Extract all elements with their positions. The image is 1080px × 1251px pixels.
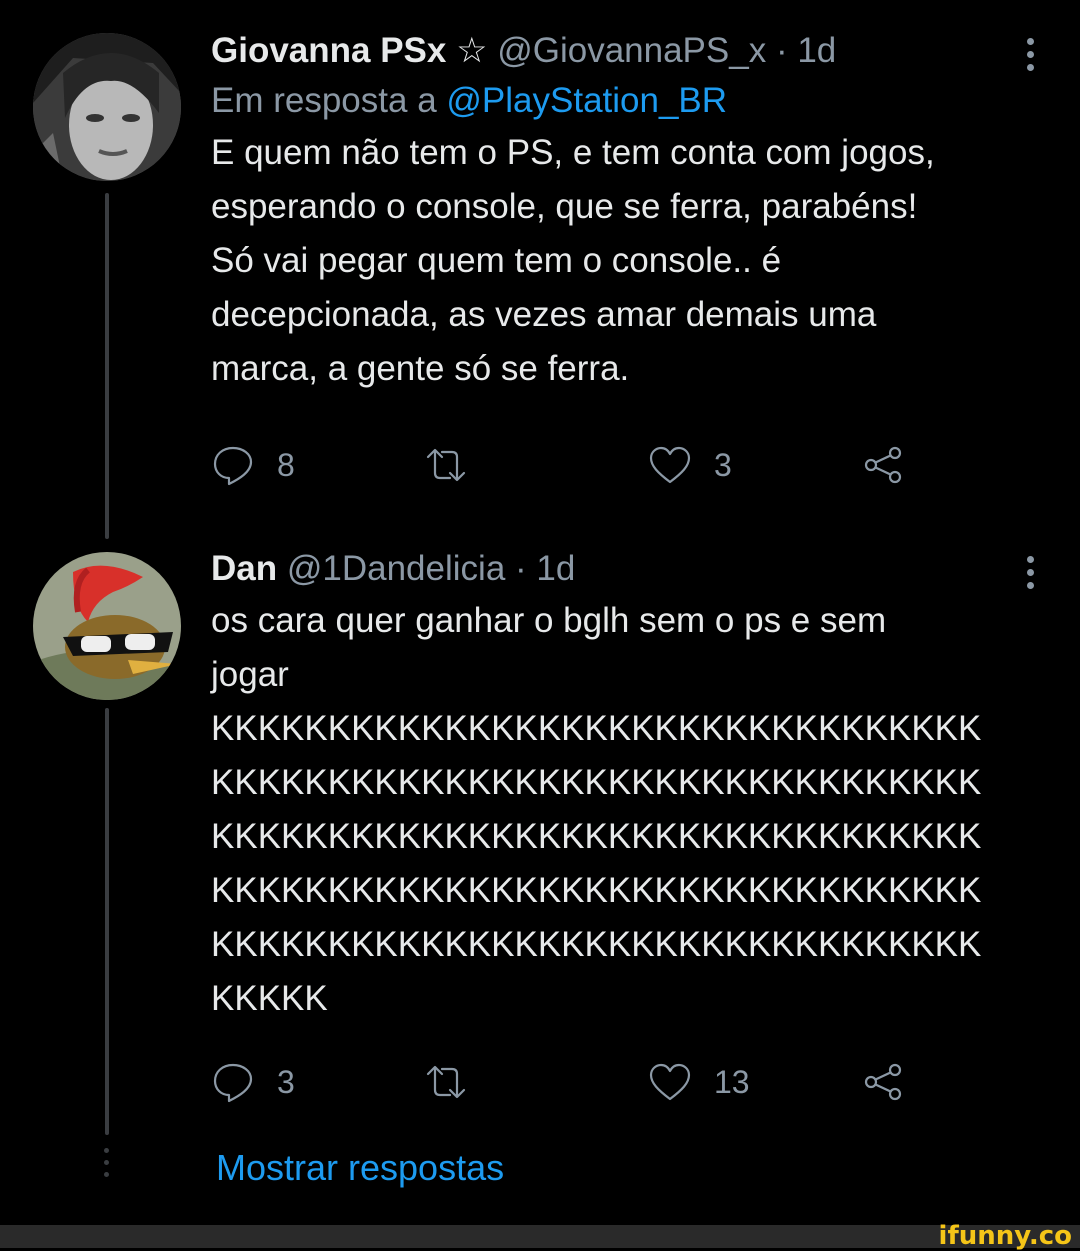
share-icon [864, 446, 902, 484]
user-avatar-icon [33, 33, 181, 181]
display-name[interactable]: Giovanna PSx ☆ [211, 31, 487, 70]
share-button[interactable] [861, 1057, 905, 1107]
woody-woodpecker-avatar-icon [33, 552, 181, 700]
show-replies-link[interactable]: Mostrar respostas [216, 1145, 504, 1191]
retweet-icon [426, 448, 466, 482]
share-icon [864, 1063, 902, 1101]
user-handle[interactable]: @GiovannaPS_x [497, 31, 766, 70]
reply-button[interactable]: 8 [211, 440, 295, 490]
reply-count: 3 [277, 1063, 295, 1100]
footer-bar [0, 1225, 1080, 1248]
reply-icon [213, 1063, 253, 1103]
tweet-header: Giovanna PSx ☆ @GiovannaPS_x · 1d [211, 28, 1040, 74]
thread-line [105, 708, 109, 1135]
reply-button[interactable]: 3 [211, 1057, 295, 1107]
tweet-text: os cara quer ganhar o bglh sem o ps e se… [211, 601, 982, 1018]
reply-icon [213, 446, 253, 486]
tweet-text: E quem não tem o PS, e tem conta com jog… [211, 133, 935, 388]
heart-icon [649, 446, 691, 484]
ifunny-watermark: ifunny.co [938, 1221, 1072, 1251]
thread-dots [104, 1148, 110, 1184]
reply-count: 8 [277, 446, 295, 483]
heart-icon [649, 1063, 691, 1101]
display-name[interactable]: Dan [211, 549, 277, 588]
more-vertical-icon[interactable] [1024, 556, 1036, 595]
reply-context: Em resposta a @PlayStation_BR [211, 78, 1040, 124]
like-count: 13 [714, 1063, 750, 1100]
separator: · [515, 549, 527, 588]
share-button[interactable] [861, 440, 905, 490]
retweet-icon [426, 1065, 466, 1099]
more-vertical-icon[interactable] [1024, 38, 1036, 77]
like-button[interactable]: 3 [648, 440, 732, 490]
tweet-actions: 3 13 [211, 1057, 931, 1107]
tweet-header: Dan @1Dandelicia · 1d [211, 546, 1040, 592]
like-button[interactable]: 13 [648, 1057, 750, 1107]
timestamp[interactable]: 1d [536, 549, 575, 588]
retweet-button[interactable] [424, 440, 468, 490]
thread-line [105, 193, 109, 539]
separator: · [775, 31, 788, 70]
retweet-button[interactable] [424, 1057, 468, 1107]
reply-prefix: Em resposta a [211, 81, 447, 120]
timestamp[interactable]: 1d [797, 31, 836, 70]
tweet-actions: 8 3 [211, 440, 931, 490]
user-handle[interactable]: @1Dandelicia [287, 549, 505, 588]
avatar[interactable] [33, 552, 181, 700]
reply-mention-link[interactable]: @PlayStation_BR [446, 81, 727, 120]
avatar[interactable] [33, 33, 181, 181]
like-count: 3 [714, 446, 732, 483]
